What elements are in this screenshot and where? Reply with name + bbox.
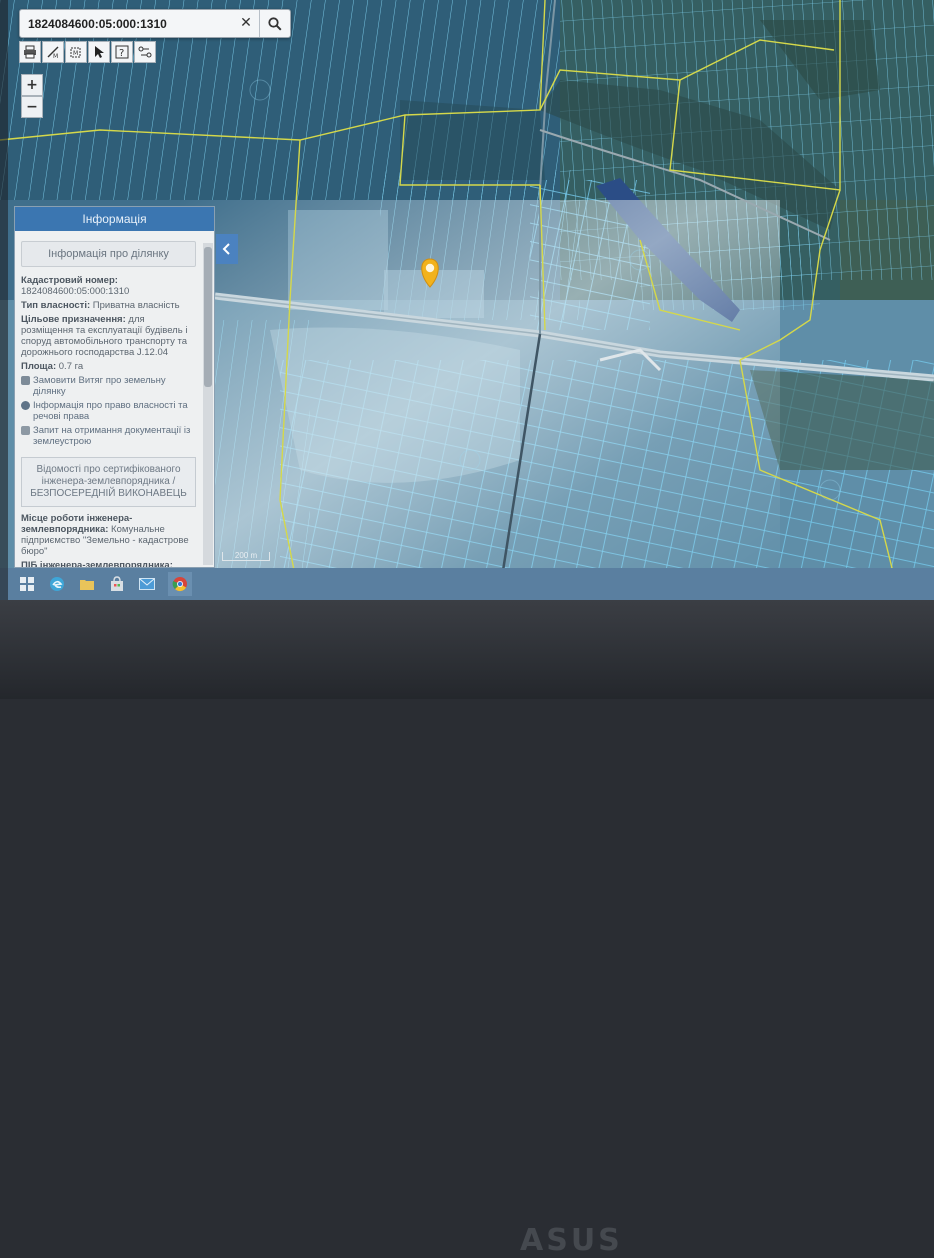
help-icon: ? [115, 45, 129, 59]
info-panel-body: Інформація про ділянку Кадастровий номер… [15, 231, 202, 567]
edge-browser-icon [50, 577, 64, 591]
info-panel: Інформація Інформація про ділянку Кадаст… [14, 206, 215, 568]
ownership-info-link[interactable]: Інформація про право власності та речові… [21, 400, 196, 422]
info-icon [21, 401, 30, 410]
layers-button[interactable] [134, 41, 156, 63]
certified-engineer-box: Відомості про сертифікованого інженера-з… [21, 457, 196, 507]
measure-area-button[interactable]: M [65, 41, 87, 63]
ownership-row: Тип власності: Приватна власність [21, 300, 196, 311]
purpose-label: Цільове призначення: [21, 314, 126, 325]
taskbar [0, 568, 934, 600]
documentation-request-link[interactable]: Запит на отримання документації із земле… [21, 425, 196, 447]
order-extract-text: Замовити Витяг про земельну ділянку [33, 375, 166, 397]
taskbar-file-explorer[interactable] [78, 575, 96, 593]
measure-area-icon: M [70, 47, 81, 58]
search-button[interactable] [259, 10, 290, 37]
cadastral-search-input[interactable] [26, 13, 235, 35]
order-extract-link[interactable]: Замовити Витяг про земельну ділянку [21, 375, 196, 397]
info-panel-scrollbar[interactable] [203, 243, 213, 565]
svg-text:M: M [53, 53, 58, 59]
scrollbar-thumb[interactable] [204, 247, 212, 387]
svg-text:M: M [73, 50, 78, 57]
mail-icon [139, 578, 155, 590]
map-scale-bar: 200 m [222, 552, 270, 561]
clear-search-icon[interactable]: ✕ [236, 13, 256, 33]
cadastral-number-value: 1824084600:05:000:1310 [21, 286, 130, 297]
area-value: 0.7 га [58, 361, 84, 372]
pointer-button[interactable] [88, 41, 110, 63]
measure-distance-icon: M [47, 46, 59, 59]
ownership-value: Приватна власність [92, 300, 180, 311]
area-label: Площа: [21, 361, 57, 372]
purpose-row: Цільове призначення: для розміщення та е… [21, 314, 196, 358]
screen-edge-shadow [0, 0, 8, 600]
collapse-panel-button[interactable] [216, 234, 238, 264]
ownership-label: Тип власності: [21, 300, 91, 311]
zoom-control: + − [21, 74, 43, 118]
measure-distance-button[interactable]: M [42, 41, 64, 63]
request-icon [21, 426, 30, 435]
info-panel-title: Інформація [15, 207, 214, 231]
taskbar-store[interactable] [108, 575, 126, 593]
taskbar-mail[interactable] [138, 575, 156, 593]
pointer-icon [95, 46, 104, 58]
start-button[interactable] [18, 575, 36, 593]
taskbar-edge[interactable] [48, 575, 66, 593]
layers-icon [138, 46, 152, 58]
area-row: Площа: 0.7 га [21, 361, 196, 372]
ownership-info-text: Інформація про право власності та речові… [33, 400, 188, 422]
pib-label: ПІБ інженера-землевпорядника: [21, 560, 173, 568]
chrome-icon [172, 577, 187, 592]
zoom-in-button[interactable]: + [21, 74, 43, 96]
chevron-left-icon [222, 243, 230, 255]
search-icon [268, 16, 282, 31]
brand-logo: ASUS [520, 1223, 623, 1258]
workplace-row: Місце роботи інженера-землевпорядника: К… [21, 513, 196, 557]
screen: ✕ M M [0, 0, 934, 600]
help-button[interactable]: ? [111, 41, 133, 63]
map-toolbar: M M ? [19, 41, 156, 63]
cadastral-number-row: Кадастровий номер: 1824084600:05:000:131… [21, 275, 196, 297]
folder-icon [80, 580, 94, 590]
laptop-bezel: ASUS [0, 600, 934, 1258]
documentation-request-text: Запит на отримання документації із земле… [33, 425, 191, 447]
windows-icon [20, 577, 34, 591]
zoom-out-button[interactable]: − [21, 96, 43, 118]
cadastral-number-label: Кадастровий номер: [21, 275, 118, 286]
pib-row: ПІБ інженера-землевпорядника: [21, 560, 196, 568]
store-bag-icon [111, 576, 123, 591]
print-button[interactable] [19, 41, 41, 63]
document-icon [21, 376, 30, 385]
svg-text:?: ? [119, 48, 124, 59]
print-icon [24, 45, 36, 59]
taskbar-chrome[interactable] [168, 572, 192, 596]
parcel-info-heading: Інформація про ділянку [21, 241, 196, 267]
cadastral-search-box: ✕ [19, 9, 291, 38]
